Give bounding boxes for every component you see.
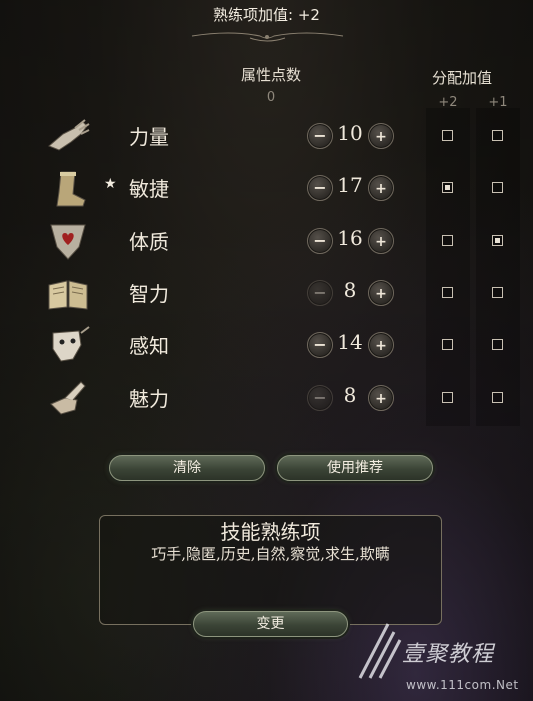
proficiency-bonus-header: 熟练项加值: +2	[213, 6, 320, 24]
minus-icon: −	[313, 178, 327, 197]
attribute-row: 感知 −14 +	[0, 319, 533, 371]
attribute-value: 16	[337, 226, 363, 250]
attribute-name: 敏捷	[129, 177, 169, 201]
increase-button[interactable]: +	[368, 123, 394, 149]
increase-button[interactable]: +	[368, 228, 394, 254]
attribute-points-label: 属性点数	[240, 66, 301, 84]
plus-icon: +	[375, 181, 387, 197]
bonus-plus2-checkbox[interactable]	[442, 392, 453, 403]
attribute-value: 8	[343, 383, 357, 407]
attribute-name: 体质	[129, 230, 169, 254]
attribute-row: 力量 −10 +	[0, 110, 533, 162]
bonus-plus2-checkbox[interactable]	[442, 130, 453, 141]
decrease-button[interactable]: −	[307, 175, 333, 201]
increase-button[interactable]: +	[368, 280, 394, 306]
change-skills-button[interactable]: 变更	[193, 611, 348, 637]
header-ornament	[191, 32, 344, 42]
plus-icon: +	[375, 234, 387, 250]
attribute-value: 14	[337, 330, 363, 354]
feathered-hand-icon	[50, 381, 86, 415]
attribute-name: 感知	[129, 334, 169, 358]
bonus-plus1-checkbox[interactable]	[492, 287, 503, 298]
attribute-row: 体质 −16 +	[0, 215, 533, 267]
open-book-icon	[48, 280, 88, 310]
plus-icon: +	[375, 338, 387, 354]
skill-proficiency-list: 巧手,隐匿,历史,自然,察觉,求生,欺瞒	[151, 545, 390, 563]
attribute-points-value: 0	[266, 90, 276, 105]
attribute-value: 17	[337, 173, 363, 197]
plus-icon: +	[375, 129, 387, 145]
bonus-plus2-checkbox[interactable]	[442, 182, 453, 193]
attribute-name: 智力	[129, 282, 169, 306]
gauntlet-icon	[48, 119, 90, 151]
decrease-button[interactable]: −	[307, 280, 333, 306]
minus-icon: −	[313, 388, 327, 407]
decrease-button[interactable]: −	[307, 332, 333, 358]
bonus-plus1-checkbox[interactable]	[492, 392, 503, 403]
decrease-button[interactable]: −	[307, 385, 333, 411]
clear-button[interactable]: 清除	[109, 455, 265, 481]
minus-icon: −	[313, 126, 327, 145]
plus-icon: +	[375, 286, 387, 302]
bonus-plus2-checkbox[interactable]	[442, 235, 453, 246]
increase-button[interactable]: +	[368, 385, 394, 411]
increase-button[interactable]: +	[368, 332, 394, 358]
attribute-name: 魅力	[129, 387, 169, 411]
bonus-plus1-checkbox[interactable]	[492, 339, 503, 350]
attribute-row: 魅力 −8 +	[0, 372, 533, 424]
heart-shield-icon	[50, 224, 86, 260]
allocate-bonus-label: 分配加值	[431, 69, 492, 87]
attribute-value: 8	[343, 278, 357, 302]
bonus-plus1-checkbox[interactable]	[492, 235, 503, 246]
boot-icon	[56, 171, 86, 207]
skill-proficiency-title: 技能熟练项	[220, 520, 321, 544]
watermark-url: www.111com.Net	[406, 678, 519, 692]
skill-proficiency-panel: 技能熟练项 巧手,隐匿,历史,自然,察觉,求生,欺瞒	[99, 515, 442, 625]
attribute-name: 力量	[129, 125, 169, 149]
attribute-value: 10	[337, 121, 363, 145]
bonus-plus2-checkbox[interactable]	[442, 339, 453, 350]
minus-icon: −	[313, 283, 327, 302]
decrease-button[interactable]: −	[307, 123, 333, 149]
decrease-button[interactable]: −	[307, 228, 333, 254]
attribute-row: 智力 −8 +	[0, 267, 533, 319]
use-recommended-button[interactable]: 使用推荐	[277, 455, 433, 481]
watermark-logo-icon	[358, 623, 402, 679]
bonus-plus2-checkbox[interactable]	[442, 287, 453, 298]
attribute-row: ★ 敏捷 −17 +	[0, 162, 533, 214]
class-key-star-icon: ★	[104, 176, 117, 192]
minus-icon: −	[313, 231, 327, 250]
bonus-plus1-checkbox[interactable]	[492, 182, 503, 193]
minus-icon: −	[313, 335, 327, 354]
plus-icon: +	[375, 391, 387, 407]
site-watermark: 壹聚教程 www.111com.Net	[358, 620, 533, 701]
mask-icon	[52, 326, 90, 362]
bonus-plus1-checkbox[interactable]	[492, 130, 503, 141]
increase-button[interactable]: +	[368, 175, 394, 201]
watermark-name: 壹聚教程	[402, 642, 495, 667]
